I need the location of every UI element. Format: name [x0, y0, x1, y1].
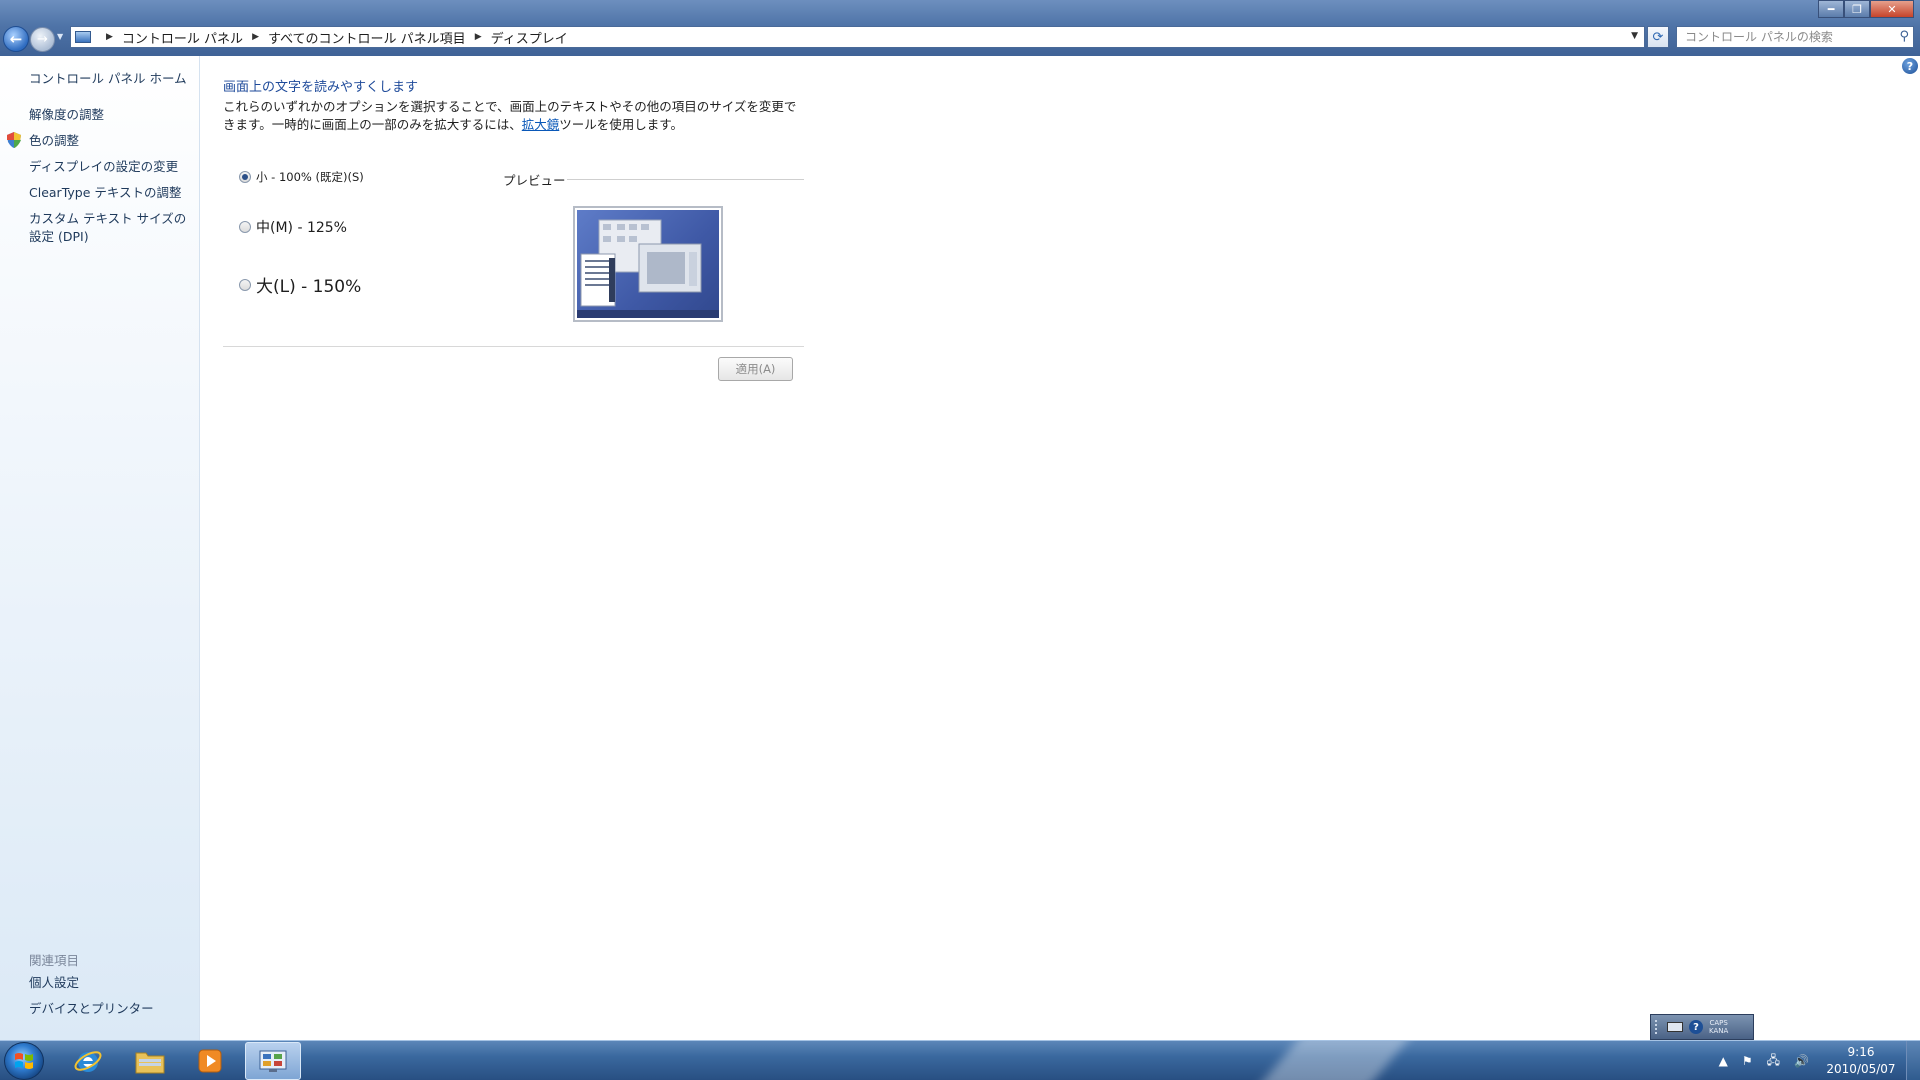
- taskbar: ▲ ⚑ 🖧 🔊 9:16 2010/05/07: [0, 1040, 1920, 1080]
- sidebar-item-resolution[interactable]: 解像度の調整: [29, 106, 104, 124]
- help-icon[interactable]: ?: [1902, 58, 1918, 74]
- magnifier-link[interactable]: 拡大鏡: [522, 117, 560, 132]
- preview-screen: [577, 210, 719, 318]
- volume-icon[interactable]: 🔊: [1794, 1054, 1809, 1068]
- back-button[interactable]: ←: [3, 26, 29, 52]
- windows-logo-icon: [15, 1053, 33, 1069]
- back-arrow-icon: ←: [9, 30, 23, 48]
- main-content: ? 画面上の文字を読みやすくします これらのいずれかのオプションを選択することで…: [201, 56, 1920, 1040]
- close-button[interactable]: ✕: [1870, 0, 1914, 18]
- option-medium[interactable]: 中(M) - 125%: [239, 217, 347, 237]
- taskbar-glow: [1254, 1041, 1416, 1080]
- notification-area: ▲ ⚑ 🖧 🔊 9:16 2010/05/07: [1712, 1041, 1920, 1080]
- sidebar-item-devices-printers[interactable]: デバイスとプリンター: [29, 1000, 154, 1018]
- sidebar-item-control-panel-home[interactable]: コントロール パネル ホーム: [29, 70, 187, 88]
- media-player-icon: [198, 1049, 222, 1073]
- breadcrumb-display[interactable]: ディスプレイ: [491, 28, 568, 47]
- refresh-icon: ⟳: [1652, 29, 1664, 45]
- taskbar-internet-explorer[interactable]: [60, 1042, 116, 1080]
- description-text-end: ツールを使用します。: [559, 117, 684, 132]
- preview-label: プレビュー: [503, 173, 566, 188]
- window-titlebar: ━ ❐ ✕ ← → ▼ ▶ コントロール パネル ▶ すべてのコントロール パネ…: [0, 0, 1920, 56]
- radio-large[interactable]: [239, 278, 251, 291]
- address-bar[interactable]: ▶ コントロール パネル ▶ すべてのコントロール パネル項目 ▶ ディスプレイ…: [70, 26, 1645, 48]
- sidebar-item-personalization[interactable]: 個人設定: [29, 974, 79, 992]
- page-title: 画面上の文字を読みやすくします: [223, 80, 419, 95]
- maximize-button[interactable]: ❐: [1844, 0, 1870, 18]
- taskbar-windows-explorer[interactable]: [122, 1042, 178, 1080]
- radio-medium[interactable]: [239, 221, 251, 233]
- forward-button[interactable]: →: [30, 27, 55, 52]
- show-desktop-button[interactable]: [1906, 1041, 1920, 1080]
- description-text: これらのいずれかのオプションを選択することで、画面上のテキストやその他の項目のサ…: [223, 99, 797, 132]
- option-small[interactable]: 小 - 100% (既定)(S): [239, 169, 364, 185]
- internet-explorer-icon: [74, 1051, 102, 1072]
- preview-windows-illustration: [577, 219, 719, 318]
- action-center-flag-icon[interactable]: ⚑: [1742, 1054, 1753, 1068]
- refresh-button[interactable]: ⟳: [1647, 26, 1669, 48]
- address-dropdown-icon[interactable]: ▼: [1631, 31, 1638, 41]
- forward-arrow-icon: →: [37, 32, 48, 47]
- keyboard-icon[interactable]: [1667, 1022, 1683, 1032]
- control-panel-icon: [259, 1050, 287, 1072]
- breadcrumb-all-items[interactable]: すべてのコントロール パネル項目: [268, 28, 466, 47]
- control-panel-icon: [75, 31, 91, 43]
- sidebar-item-display-settings[interactable]: ディスプレイの設定の変更: [29, 158, 178, 176]
- window-controls: ━ ❐ ✕: [1818, 0, 1914, 18]
- grip-icon[interactable]: [1655, 1020, 1661, 1034]
- show-hidden-icons-icon[interactable]: ▲: [1719, 1054, 1728, 1068]
- recent-pages-dropdown[interactable]: ▼: [57, 32, 63, 41]
- kana-label: KANA: [1709, 1027, 1729, 1035]
- preview-image: [573, 206, 723, 322]
- task-pane: コントロール パネル ホーム 解像度の調整 色の調整 ディスプレイの設定の変更 …: [0, 56, 200, 1040]
- search-icon[interactable]: ⚲: [1899, 29, 1909, 44]
- breadcrumb-separator-icon[interactable]: ▶: [252, 32, 259, 42]
- description: これらのいずれかのオプションを選択することで、画面上のテキストやその他の項目のサ…: [223, 98, 803, 134]
- clock-time: 9:16: [1847, 1045, 1875, 1059]
- sidebar-item-cleartype[interactable]: ClearType テキストの調整: [29, 184, 182, 202]
- caps-label: CAPS: [1709, 1019, 1728, 1027]
- help-icon[interactable]: ?: [1689, 1020, 1703, 1034]
- uac-shield-icon: [7, 132, 21, 148]
- clock[interactable]: 9:16 2010/05/07: [1816, 1044, 1906, 1078]
- option-small-label[interactable]: 小 - 100% (既定)(S): [256, 169, 364, 185]
- sidebar-item-color[interactable]: 色の調整: [29, 132, 79, 150]
- start-button[interactable]: [4, 1042, 44, 1080]
- folder-icon: [135, 1052, 165, 1074]
- language-bar: ? CAPS KANA: [1650, 1014, 1754, 1040]
- breadcrumb-control-panel[interactable]: コントロール パネル: [122, 28, 243, 47]
- apply-button[interactable]: 適用(A): [718, 357, 793, 381]
- option-large-label[interactable]: 大(L) - 150%: [256, 272, 361, 297]
- taskbar-media-player[interactable]: [182, 1042, 238, 1080]
- preview-divider: [567, 179, 804, 180]
- breadcrumb-separator-icon[interactable]: ▶: [475, 32, 482, 42]
- caps-kana-indicator[interactable]: CAPS KANA: [1709, 1019, 1728, 1035]
- search-input[interactable]: [1685, 30, 1885, 44]
- related-heading: 関連項目: [29, 953, 80, 968]
- clock-date: 2010/05/07: [1826, 1062, 1896, 1076]
- search-box[interactable]: ⚲: [1676, 26, 1914, 48]
- apply-divider: [223, 346, 804, 347]
- network-icon[interactable]: 🖧: [1767, 1051, 1780, 1072]
- option-medium-label[interactable]: 中(M) - 125%: [256, 217, 347, 237]
- minimize-button[interactable]: ━: [1818, 0, 1844, 18]
- taskbar-control-panel[interactable]: [245, 1042, 301, 1080]
- option-large[interactable]: 大(L) - 150%: [239, 272, 361, 297]
- breadcrumb-separator-icon[interactable]: ▶: [106, 32, 113, 42]
- sidebar-item-custom-dpi[interactable]: カスタム テキスト サイズの設定 (DPI): [29, 210, 197, 246]
- radio-small[interactable]: [239, 171, 251, 183]
